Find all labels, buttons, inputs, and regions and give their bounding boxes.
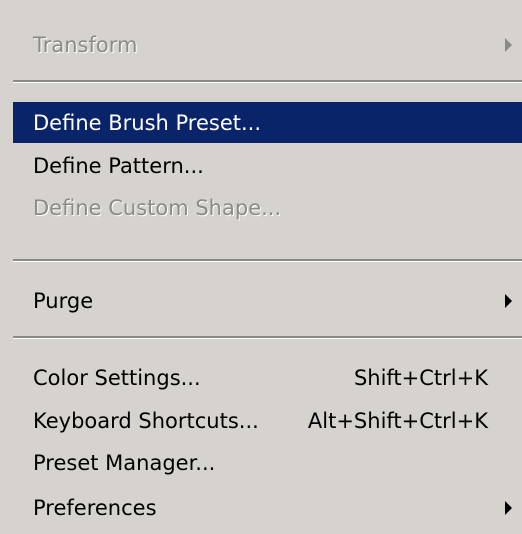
menu-item-define-pattern[interactable]: Define Pattern...	[13, 145, 522, 186]
menu-separator	[13, 259, 522, 262]
menu-item-label: Keyboard Shortcuts...	[33, 408, 259, 433]
submenu-arrow-icon	[505, 37, 512, 52]
menu-item-shortcut: Shift+Ctrl+K	[353, 365, 488, 390]
menu-item-preferences[interactable]: Preferences	[13, 487, 522, 528]
edit-menu-dropdown: Transform Define Brush Preset... Define …	[0, 0, 522, 534]
menu-item-label: Define Brush Preset...	[33, 110, 262, 135]
menu-item-keyboard-shortcuts[interactable]: Keyboard Shortcuts... Alt+Shift+Ctrl+K	[13, 400, 522, 441]
submenu-arrow-icon	[505, 293, 512, 308]
menu-item-label: Transform	[33, 32, 138, 57]
menu-item-preset-manager[interactable]: Preset Manager...	[13, 442, 522, 483]
menu-item-define-custom-shape[interactable]: Define Custom Shape...	[13, 187, 522, 228]
menu-item-label: Purge	[33, 288, 94, 313]
menu-item-transform[interactable]: Transform	[13, 24, 522, 65]
menu-item-label: Color Settings...	[33, 365, 201, 390]
menu-item-label: Define Pattern...	[33, 153, 204, 178]
menu-separator	[13, 336, 522, 339]
menu-item-shortcut: Alt+Shift+Ctrl+K	[307, 408, 488, 433]
menu-item-label: Preferences	[33, 495, 157, 520]
menu-item-purge[interactable]: Purge	[13, 280, 522, 321]
menu-item-label: Define Custom Shape...	[33, 195, 282, 220]
submenu-arrow-icon	[505, 500, 512, 515]
menu-separator	[13, 80, 522, 83]
menu-item-color-settings[interactable]: Color Settings... Shift+Ctrl+K	[13, 357, 522, 398]
menu-item-label: Preset Manager...	[33, 450, 216, 475]
menu-item-define-brush-preset[interactable]: Define Brush Preset...	[13, 102, 522, 143]
